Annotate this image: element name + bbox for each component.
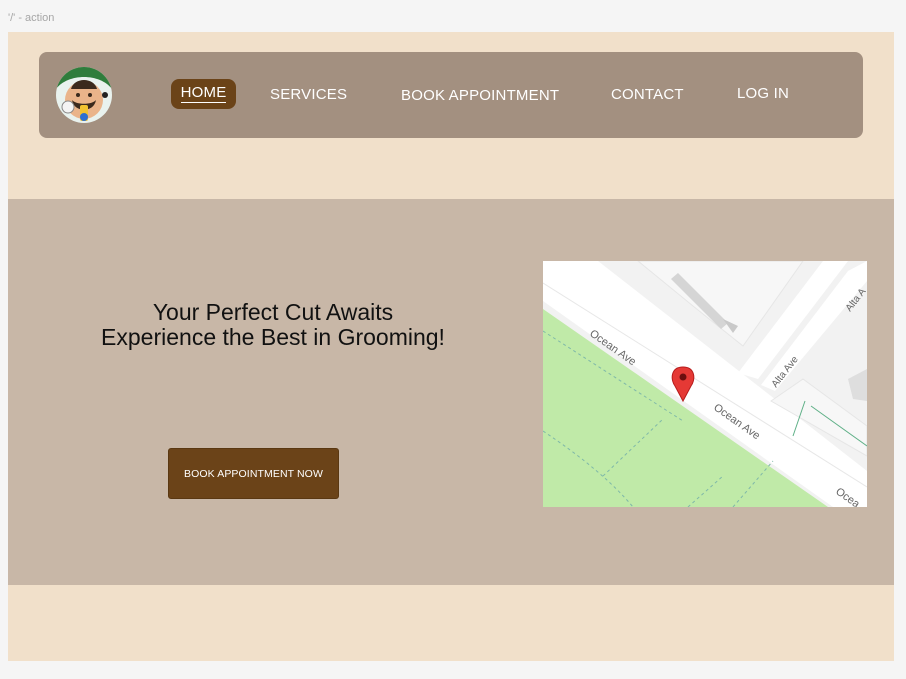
nav-home-link[interactable]: HOME [171, 79, 236, 109]
page-frame: HOME SERVICES BOOK APPOINTMENT CONTACT L… [8, 32, 894, 661]
book-appointment-now-button[interactable]: BOOK APPOINTMENT NOW [168, 448, 339, 499]
barber-logo[interactable] [56, 67, 112, 123]
hero-headline: Your Perfect Cut Awaits Experience the B… [48, 300, 498, 350]
nav-services-link[interactable]: SERVICES [270, 86, 347, 103]
hero-headline-line1: Your Perfect Cut Awaits [152, 299, 394, 325]
nav-login-link[interactable]: LOG IN [737, 85, 789, 102]
nav-home-label: HOME [180, 84, 227, 103]
hero-section: Your Perfect Cut Awaits Experience the B… [8, 199, 894, 585]
navbar: HOME SERVICES BOOK APPOINTMENT CONTACT L… [39, 52, 863, 138]
hero-headline-line2: Experience the Best in Grooming! [101, 324, 445, 350]
location-map[interactable]: Ocean Ave Ocean Ave Alta Ave Alta A Ocea [543, 261, 867, 507]
frame-label: '/' - action [8, 12, 55, 24]
nav-book-appointment-link[interactable]: BOOK APPOINTMENT [401, 87, 559, 104]
nav-contact-link[interactable]: CONTACT [611, 86, 684, 103]
